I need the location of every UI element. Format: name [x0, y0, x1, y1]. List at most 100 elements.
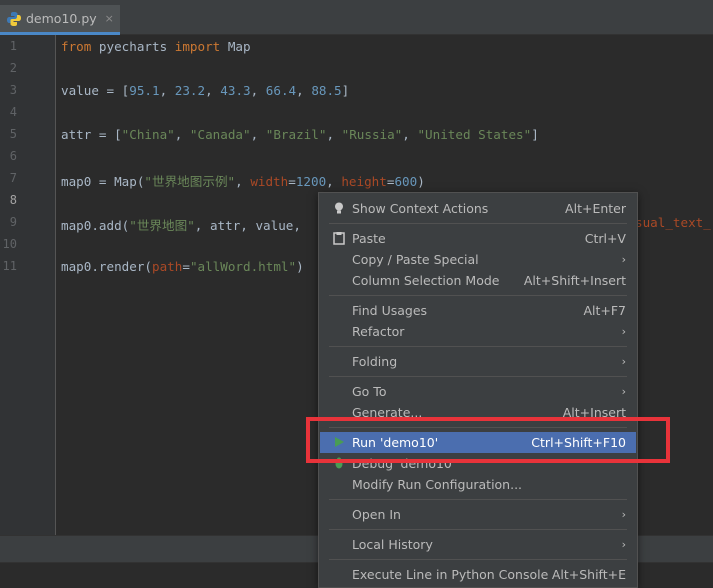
line-number: 3 — [9, 83, 17, 97]
menu-folding[interactable]: Folding › — [320, 351, 636, 372]
code-text: , attr, value, — [194, 218, 301, 233]
code-text: ) — [296, 259, 304, 274]
number-literal: 23.2 — [174, 83, 206, 98]
line-number: 9 — [9, 215, 17, 229]
menu-shortcut: Ctrl+V — [584, 231, 626, 246]
menu-local-history[interactable]: Local History › — [320, 534, 636, 555]
code-text: = — [288, 174, 296, 189]
submenu-arrow-icon: › — [621, 355, 626, 368]
menu-shortcut: Alt+Shift+E — [551, 567, 626, 582]
menu-label: Copy / Paste Special — [352, 252, 479, 267]
code-line-5: attr = ["China", "Canada", "Brazil", "Ru… — [61, 127, 539, 142]
line-number: 10 — [2, 237, 17, 251]
code-text: , — [159, 83, 175, 98]
keyword-argument: sual_text_ — [635, 215, 711, 230]
number-literal: 600 — [394, 174, 418, 189]
code-text: , — [205, 83, 221, 98]
code-text: ] — [341, 83, 350, 98]
submenu-arrow-icon: › — [621, 508, 626, 521]
menu-column-selection-mode[interactable]: Column Selection Mode Alt+Shift+Insert — [320, 270, 636, 291]
code-text: , — [250, 83, 266, 98]
menu-label: Execute Line in Python Console — [352, 567, 549, 582]
string-literal: "allWord.html" — [189, 259, 297, 274]
code-text: , — [250, 127, 266, 142]
line-number: 8 — [9, 193, 17, 207]
keyword-argument: height — [341, 174, 387, 189]
menu-separator — [329, 559, 627, 560]
code-text: attr = [ — [61, 127, 122, 142]
menu-label: Find Usages — [352, 303, 428, 318]
string-literal: "世界地图" — [129, 218, 195, 233]
code-text: value = [ — [61, 83, 130, 98]
menu-label: Refactor — [352, 324, 405, 339]
code-text: , — [235, 174, 251, 189]
code-line-3: value = [95.1, 23.2, 43.3, 66.4, 88.5] — [61, 83, 349, 98]
line-number: 1 — [9, 39, 17, 53]
string-literal: "China" — [121, 127, 175, 142]
code-text: , — [402, 127, 418, 142]
menu-separator — [329, 346, 627, 347]
string-literal: "Canada" — [189, 127, 251, 142]
menu-separator — [329, 295, 627, 296]
number-literal: 95.1 — [129, 83, 160, 98]
keyword-argument: width — [250, 174, 289, 189]
menu-show-context-actions[interactable]: Show Context Actions Alt+Enter — [320, 198, 636, 219]
submenu-arrow-icon: › — [621, 538, 626, 551]
menu-separator — [329, 223, 627, 224]
line-number: 2 — [9, 61, 17, 75]
code-line-9-tail: sual_text_ — [635, 215, 711, 230]
menu-label: Column Selection Mode — [352, 273, 500, 288]
menu-open-in[interactable]: Open In › — [320, 504, 636, 525]
menu-refactor[interactable]: Refactor › — [320, 321, 636, 342]
tab-demo10[interactable]: demo10.py × — [0, 5, 120, 35]
menu-shortcut: Alt+F7 — [583, 303, 626, 318]
python-file-icon — [6, 11, 22, 27]
keyword-argument: path — [152, 259, 183, 274]
menu-label: Paste — [352, 231, 386, 246]
number-literal: 1200 — [295, 174, 327, 189]
menu-go-to[interactable]: Go To › — [320, 381, 636, 402]
menu-separator — [329, 529, 627, 530]
code-line-11: map0.render(path="allWord.html") — [61, 259, 304, 274]
string-literal: "世界地图示例" — [144, 174, 236, 189]
clipboard-icon — [332, 231, 346, 245]
code-text: map0.render( — [61, 259, 152, 274]
menu-execute-line-python-console[interactable]: Execute Line in Python Console Alt+Shift… — [320, 564, 636, 585]
tab-label: demo10.py — [26, 11, 97, 26]
keyword: import — [174, 39, 221, 54]
menu-label: Modify Run Configuration... — [352, 477, 523, 492]
module-name: pyecharts — [91, 39, 175, 54]
menu-label: Go To — [352, 384, 387, 399]
menu-separator — [329, 499, 627, 500]
code-text: = — [182, 259, 190, 274]
submenu-arrow-icon: › — [621, 385, 626, 398]
menu-modify-run-configuration[interactable]: Modify Run Configuration... — [320, 474, 636, 495]
code-text: ) — [417, 174, 425, 189]
code-line-9: map0.add("世界地图", attr, value, — [61, 215, 301, 234]
submenu-arrow-icon: › — [621, 253, 626, 266]
line-number: 4 — [9, 105, 17, 119]
line-number: 7 — [9, 171, 17, 185]
line-number: 5 — [9, 127, 17, 141]
menu-find-usages[interactable]: Find Usages Alt+F7 — [320, 300, 636, 321]
menu-label: Local History — [352, 537, 433, 552]
menu-paste[interactable]: Paste Ctrl+V — [320, 228, 636, 249]
editor-context-menu: Show Context Actions Alt+Enter Paste Ctr… — [318, 192, 638, 588]
code-text: , — [326, 127, 342, 142]
menu-label: Show Context Actions — [352, 201, 489, 216]
submenu-arrow-icon: › — [621, 325, 626, 338]
number-literal: 43.3 — [220, 83, 251, 98]
menu-separator — [329, 376, 627, 377]
number-literal: 66.4 — [265, 83, 297, 98]
code-line-7: map0 = Map("世界地图示例", width=1200, height=… — [61, 171, 425, 190]
code-text: , — [326, 174, 342, 189]
line-number-gutter: 1 2 3 4 5 6 7 8 9 10 11 — [0, 35, 56, 535]
keyword: from — [61, 39, 92, 54]
line-number: 11 — [2, 259, 17, 273]
code-text: ] — [531, 127, 539, 142]
menu-copy-paste-special[interactable]: Copy / Paste Special › — [320, 249, 636, 270]
code-line-1: from pyecharts import Map — [61, 39, 251, 54]
close-tab-icon[interactable]: × — [105, 12, 114, 25]
editor-tab-bar: demo10.py × — [0, 0, 713, 35]
string-literal: "Brazil" — [265, 127, 327, 142]
